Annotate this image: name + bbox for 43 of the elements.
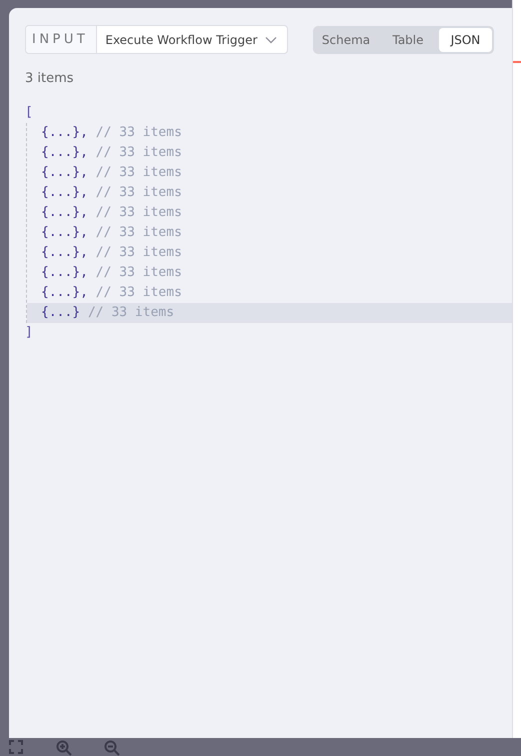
collapsed-object[interactable]: {...}, bbox=[41, 125, 88, 140]
fullscreen-icon[interactable] bbox=[9, 740, 23, 754]
json-row[interactable]: {...} // 33 items bbox=[27, 303, 512, 323]
zoom-out-icon[interactable] bbox=[104, 740, 120, 756]
item-count-comment: // 33 items bbox=[96, 185, 182, 200]
item-count-comment: // 33 items bbox=[96, 265, 182, 280]
trigger-dropdown-value: Execute Workflow Trigger bbox=[104, 32, 258, 46]
json-row[interactable]: {...}, // 33 items bbox=[27, 143, 512, 163]
collapsed-object[interactable]: {...}, bbox=[41, 185, 88, 200]
collapsed-object[interactable]: {...}, bbox=[41, 285, 88, 300]
close-bracket: ] bbox=[25, 325, 33, 340]
item-count-comment: // 33 items bbox=[96, 165, 182, 180]
view-tab[interactable]: JSON bbox=[439, 28, 492, 52]
item-count-comment: // 33 items bbox=[88, 305, 174, 320]
item-count-comment: // 33 items bbox=[96, 145, 182, 160]
input-label: INPUT bbox=[26, 26, 98, 53]
item-count-comment: // 33 items bbox=[96, 285, 182, 300]
collapsed-object[interactable]: {...}, bbox=[41, 225, 88, 240]
json-row[interactable]: {...}, // 33 items bbox=[27, 203, 512, 223]
item-count-comment: // 33 items bbox=[96, 225, 182, 240]
json-row[interactable]: {...}, // 33 items bbox=[27, 263, 512, 283]
json-row[interactable]: {...}, // 33 items bbox=[27, 243, 512, 263]
collapsed-object[interactable]: {...}, bbox=[41, 165, 88, 180]
view-tab[interactable]: Table bbox=[377, 28, 439, 52]
json-row[interactable]: {...}, // 33 items bbox=[27, 163, 512, 183]
json-row[interactable]: {...}, // 33 items bbox=[27, 183, 512, 203]
chevron-down-icon bbox=[265, 36, 277, 44]
view-tab[interactable]: Schema bbox=[315, 28, 377, 52]
item-count-comment: // 33 items bbox=[96, 205, 182, 220]
item-count: 3 items bbox=[25, 71, 75, 86]
item-count-comment: // 33 items bbox=[96, 245, 182, 260]
json-row[interactable]: {...}, // 33 items bbox=[27, 283, 512, 303]
collapsed-object[interactable]: {...}, bbox=[41, 145, 88, 160]
open-bracket: [ bbox=[25, 105, 33, 120]
json-row[interactable]: {...}, // 33 items bbox=[27, 223, 512, 243]
zoom-in-icon[interactable] bbox=[56, 740, 72, 756]
collapsed-object[interactable]: {...} bbox=[41, 305, 80, 320]
item-count-comment: // 33 items bbox=[96, 125, 182, 140]
input-selector[interactable]: INPUT Execute Workflow Trigger bbox=[25, 25, 288, 54]
collapsed-object[interactable]: {...}, bbox=[41, 265, 88, 280]
collapsed-object[interactable]: {...}, bbox=[41, 205, 88, 220]
collapsed-object[interactable]: {...}, bbox=[41, 245, 88, 260]
json-row[interactable]: {...}, // 33 items bbox=[27, 123, 512, 143]
